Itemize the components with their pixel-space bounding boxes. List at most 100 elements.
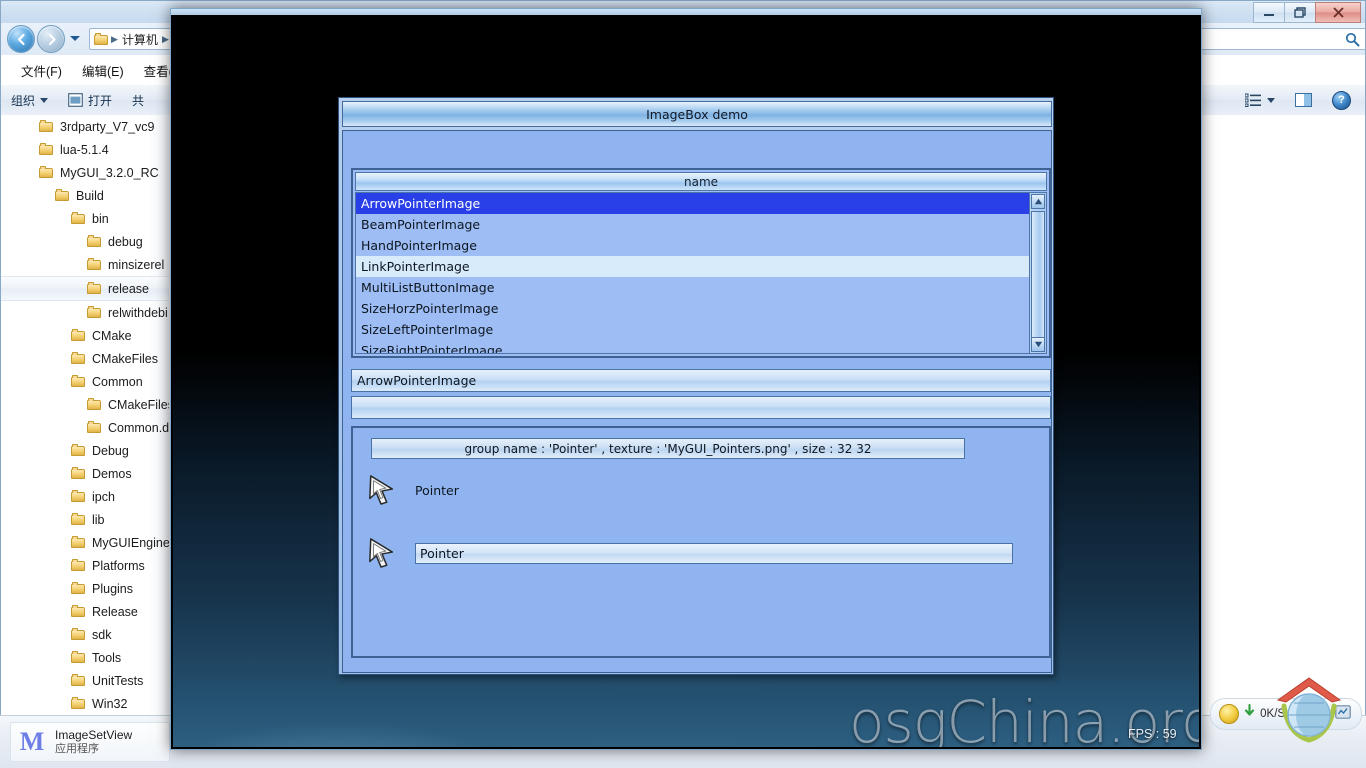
- preview-pane-button[interactable]: [1285, 93, 1322, 107]
- back-arrow-icon[interactable]: [7, 25, 35, 53]
- scrollbar-thumb[interactable]: [1031, 211, 1045, 341]
- organize-label: 组织: [11, 93, 36, 108]
- tree-item-lua-5-1-4[interactable]: lua-5.1.4: [1, 138, 169, 161]
- tree-item-debug[interactable]: debug: [1, 230, 169, 253]
- tree-item-debug[interactable]: Debug: [1, 439, 169, 462]
- list-column-header-name[interactable]: name: [355, 172, 1047, 191]
- recent-pages-icon[interactable]: [69, 34, 81, 44]
- taskbar-item-subtitle: 应用程序: [55, 742, 99, 755]
- extra-command[interactable]: 共: [122, 92, 154, 109]
- folder-icon: [71, 582, 86, 595]
- preview-row-editable: Pointer: [367, 536, 1013, 570]
- help-button[interactable]: ?: [1322, 90, 1361, 110]
- tree-item-myguiengine[interactable]: MyGUIEngine: [1, 531, 169, 554]
- folder-icon: [71, 444, 86, 457]
- folder-icon: [39, 166, 54, 179]
- tree-item-mygui-3-2-0-rc[interactable]: MyGUI_3.2.0_RC: [1, 161, 169, 184]
- folder-icon: [55, 189, 70, 202]
- list-item[interactable]: LinkPointerImage: [356, 256, 1029, 277]
- tree-item-plugins[interactable]: Plugins: [1, 577, 169, 600]
- tree-item-3rdparty-v7-vc9[interactable]: 3rdparty_V7_vc9: [1, 115, 169, 138]
- organize-button[interactable]: 组织: [1, 92, 58, 109]
- tree-item-common-d[interactable]: Common.d: [1, 416, 169, 439]
- tree-item-label: Tools: [92, 650, 122, 665]
- folder-icon: [71, 559, 86, 572]
- folder-icon: [71, 628, 86, 641]
- app-render-canvas[interactable]: osgChina.org FPS : 59 ImageBox demo name…: [173, 15, 1199, 747]
- tree-item-bin[interactable]: bin: [1, 207, 169, 230]
- tree-item-ipch[interactable]: ipch: [1, 485, 169, 508]
- menu-edit[interactable]: 编辑(E): [72, 61, 134, 80]
- list-item[interactable]: ArrowPointerImage: [356, 193, 1029, 214]
- help-icon: ?: [1332, 90, 1351, 110]
- tree-item-cmakefiles[interactable]: CMakeFiles: [1, 347, 169, 370]
- tree-item-label: Win32: [92, 696, 128, 711]
- tree-item-label: CMake: [92, 328, 132, 343]
- tree-item-minsizerel[interactable]: minsizerel: [1, 253, 169, 276]
- tree-item-label: CMakeFiles: [108, 397, 170, 412]
- list-item[interactable]: MultiListButtonImage: [356, 277, 1029, 298]
- tree-item-label: CMakeFiles: [92, 351, 158, 366]
- preview-name-input[interactable]: Pointer: [415, 542, 1013, 564]
- tree-item-label: Debug: [92, 443, 129, 458]
- tree-item-build[interactable]: Build: [1, 184, 169, 207]
- window-controls: [1253, 2, 1361, 23]
- open-button[interactable]: 打开: [58, 92, 122, 109]
- list-item[interactable]: SizeLeftPointerImage: [356, 319, 1029, 340]
- tree-item-cmakefiles[interactable]: CMakeFiles: [1, 393, 169, 416]
- tree-item-label: release: [108, 281, 149, 296]
- list-body[interactable]: ArrowPointerImage BeamPointerImage HandPoi…: [355, 192, 1047, 354]
- list-item[interactable]: HandPointerImage: [356, 235, 1029, 256]
- breadcrumb-computer[interactable]: 计算机: [122, 31, 158, 48]
- scroll-down-button[interactable]: [1031, 337, 1045, 352]
- explorer-tree-pane[interactable]: 3rdparty_V7_vc9 lua-5.1.4 MyGUI_3.2.0_RC Bu…: [1, 115, 170, 715]
- list-item[interactable]: SizeHorzPointerImage: [356, 298, 1029, 319]
- folder-icon: [87, 282, 102, 295]
- folder-icon: [71, 536, 86, 549]
- tree-item-release[interactable]: Release: [1, 600, 169, 623]
- globe-house-icon[interactable]: [1270, 670, 1348, 748]
- mygui-app-icon: M: [19, 727, 45, 756]
- tree-item-lib[interactable]: lib: [1, 508, 169, 531]
- download-arrow-icon: [1243, 703, 1256, 724]
- open-label: 打开: [88, 93, 113, 108]
- tree-item-label: MyGUIEngine: [92, 535, 170, 550]
- shield-update-icon[interactable]: [1219, 704, 1240, 724]
- tree-item-platforms[interactable]: Platforms: [1, 554, 169, 577]
- tree-item-label: 3rdparty_V7_vc9: [60, 119, 155, 134]
- restore-button[interactable]: [1284, 2, 1316, 23]
- tree-item-label: UnitTests: [92, 673, 144, 688]
- minimize-button[interactable]: [1253, 2, 1285, 23]
- tree-item-label: minsizerel: [108, 257, 165, 272]
- close-button[interactable]: [1315, 2, 1361, 23]
- folder-icon: [87, 398, 102, 411]
- tree-item-release[interactable]: release: [1, 276, 169, 301]
- secondary-field[interactable]: [351, 396, 1051, 419]
- list-item[interactable]: SizeRightPointerImage: [356, 340, 1029, 353]
- menu-file[interactable]: 文件(F): [11, 61, 72, 80]
- forward-arrow-icon[interactable]: [37, 25, 65, 53]
- mygui-window-title[interactable]: ImageBox demo: [342, 101, 1052, 127]
- folder-icon: [39, 120, 54, 133]
- preview-label-static: Pointer: [415, 482, 459, 498]
- folder-icon: [71, 212, 86, 225]
- arrow-pointer-cursor-icon: [369, 538, 394, 568]
- fps-counter: FPS : 59: [1128, 727, 1177, 741]
- list-scrollbar[interactable]: [1029, 193, 1046, 353]
- tree-item-demos[interactable]: Demos: [1, 462, 169, 485]
- tree-item-win32[interactable]: Win32: [1, 692, 169, 715]
- selected-name-field[interactable]: ArrowPointerImage: [351, 369, 1051, 392]
- tree-item-tools[interactable]: Tools: [1, 646, 169, 669]
- view-mode-button[interactable]: [1235, 93, 1285, 107]
- tree-item-relwithdebi[interactable]: relwithdebi: [1, 301, 169, 324]
- scroll-up-button[interactable]: [1031, 194, 1045, 209]
- tree-item-unittests[interactable]: UnitTests: [1, 669, 169, 692]
- tree-item-sdk[interactable]: sdk: [1, 623, 169, 646]
- chevron-down-icon: [40, 97, 49, 103]
- image-list[interactable]: name ArrowPointerImage BeamPointerImage Ha…: [351, 168, 1051, 358]
- tree-item-common[interactable]: Common: [1, 370, 169, 393]
- tree-item-label: ipch: [92, 489, 115, 504]
- taskbar-item-imagesetviewer[interactable]: M ImageSetView 应用程序: [10, 722, 170, 762]
- tree-item-cmake[interactable]: CMake: [1, 324, 169, 347]
- list-item[interactable]: BeamPointerImage: [356, 214, 1029, 235]
